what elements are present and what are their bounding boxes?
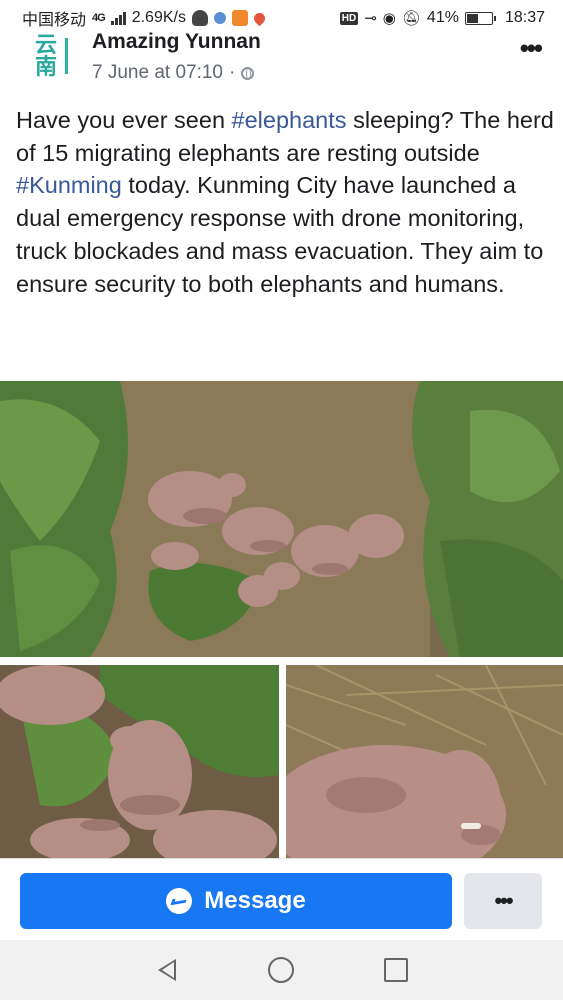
system-nav-bar bbox=[0, 940, 563, 1000]
photo-sleeping-elephants-herd[interactable] bbox=[0, 381, 563, 657]
hd-badge: HD bbox=[339, 11, 359, 25]
status-left: 中国移动 4G 2.69K/s bbox=[22, 6, 268, 30]
cta-bar: Message ••• bbox=[0, 858, 563, 941]
clock: 18:37 bbox=[504, 9, 545, 26]
mute-bell-icon: 🔕︎ bbox=[401, 10, 421, 27]
globe-icon bbox=[241, 66, 255, 80]
page-name[interactable]: Amazing Yunnan bbox=[92, 30, 261, 54]
photo-right-art bbox=[286, 665, 563, 858]
message-button[interactable]: Message bbox=[20, 873, 452, 929]
post-header: 云南 Amazing Yunnan 7 June at 07:10 · ••• bbox=[0, 30, 563, 92]
paw-app-icon bbox=[213, 12, 226, 24]
location-pin-icon bbox=[251, 10, 268, 26]
key-icon: ⊸ bbox=[364, 10, 377, 27]
signal-icon bbox=[110, 11, 126, 25]
carrier-name: 中国移动 bbox=[22, 12, 87, 29]
photo-elephant-sleeping-right[interactable] bbox=[286, 665, 563, 858]
meta-separator: · bbox=[229, 62, 236, 83]
back-button[interactable] bbox=[147, 950, 187, 990]
recents-button[interactable] bbox=[376, 950, 416, 990]
page-avatar-logo[interactable]: 云南 bbox=[30, 32, 68, 80]
cta-more-button[interactable]: ••• bbox=[464, 873, 542, 929]
recents-icon bbox=[383, 958, 408, 982]
play-app-icon bbox=[231, 10, 248, 26]
post-text-part-1: Have you ever seen bbox=[16, 107, 232, 133]
photo-elephants-closeup-left[interactable] bbox=[0, 665, 279, 858]
post-text: Have you ever seen #elephants sleeping? … bbox=[16, 104, 556, 300]
home-icon bbox=[268, 957, 295, 983]
logo-strip bbox=[65, 38, 68, 74]
cat-app-icon bbox=[191, 10, 208, 26]
battery-icon bbox=[464, 11, 496, 25]
hashtag-elephants-link[interactable]: #elephants bbox=[232, 107, 347, 133]
battery-percent: 41% bbox=[426, 9, 459, 26]
post-date[interactable]: 7 June at 07:10 bbox=[92, 62, 223, 84]
eye-icon: ◉ bbox=[382, 10, 396, 27]
photo-left-art bbox=[0, 665, 279, 858]
post-meta: 7 June at 07:10 · bbox=[92, 62, 255, 84]
network-speed: 2.69K/s bbox=[131, 9, 186, 26]
status-right: HD ⊸ ◉ 🔕︎ 41% 18:37 bbox=[339, 9, 545, 27]
photo-main-art bbox=[0, 381, 563, 657]
more-options-button[interactable]: ••• bbox=[520, 35, 543, 61]
back-icon bbox=[158, 959, 177, 981]
hashtag-kunming-link[interactable]: #Kunming bbox=[16, 172, 122, 198]
network-type: 4G bbox=[92, 12, 106, 24]
messenger-icon bbox=[166, 888, 193, 914]
logo-text: 云南 bbox=[34, 32, 57, 80]
message-button-label: Message bbox=[204, 887, 306, 914]
home-button[interactable] bbox=[261, 950, 301, 990]
